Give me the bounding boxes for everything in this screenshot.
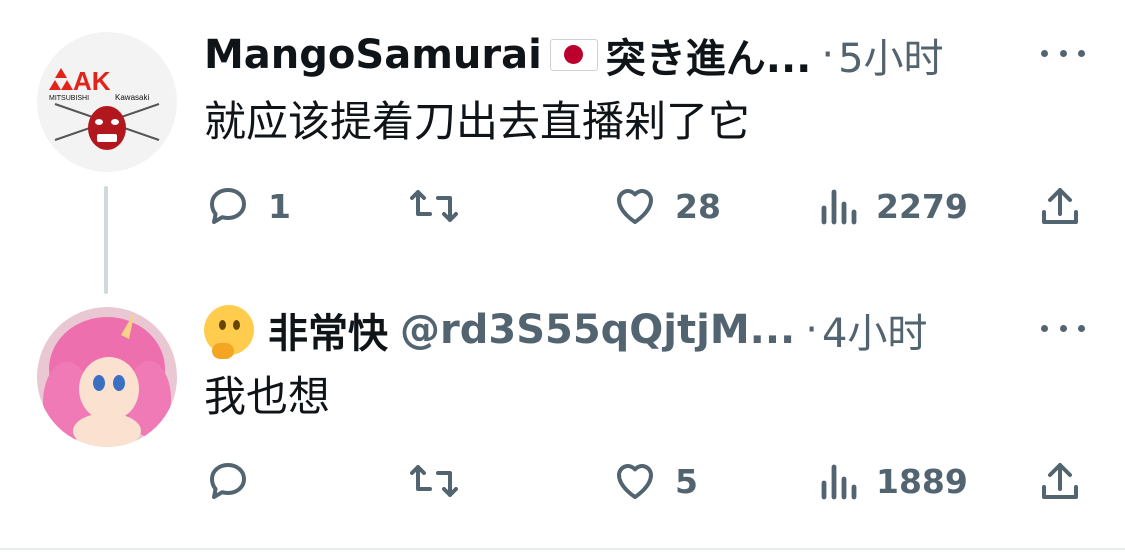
- action-bar: 1 28 2279: [0, 178, 1125, 234]
- reply-count: 1: [268, 186, 291, 226]
- views-button[interactable]: 1889: [816, 453, 968, 509]
- timestamp[interactable]: 4小时: [822, 301, 927, 359]
- tweet-1: AK MITSUBISHI Kawasaki MangoSamurai 突き進ん…: [0, 0, 1125, 294]
- avatar[interactable]: AK MITSUBISHI Kawasaki: [37, 32, 177, 172]
- like-button[interactable]: 28: [611, 178, 721, 234]
- tweet-text: 就应该提着刀出去直播剁了它: [204, 97, 751, 146]
- anime-character-avatar: [37, 307, 177, 447]
- retweet-button[interactable]: [408, 178, 460, 234]
- retweet-button[interactable]: [408, 453, 460, 509]
- more-icon[interactable]: [1041, 313, 1085, 343]
- japan-flag-icon: [549, 39, 598, 71]
- like-button[interactable]: 5: [611, 453, 698, 509]
- view-count: 2279: [876, 186, 968, 226]
- views-button[interactable]: 2279: [816, 178, 968, 234]
- more-icon[interactable]: [1041, 38, 1085, 68]
- reply-button[interactable]: 1: [204, 178, 291, 234]
- display-name-suffix[interactable]: 突き進ん...: [606, 26, 812, 84]
- share-icon: [1042, 188, 1078, 224]
- separator-dot: ·: [821, 32, 835, 78]
- samurai-logo-avatar: AK MITSUBISHI Kawasaki: [37, 32, 177, 172]
- user-handle[interactable]: @rd3S55qQjtjM...: [400, 307, 795, 353]
- display-name[interactable]: MangoSamurai: [204, 32, 542, 78]
- views-icon: [821, 464, 857, 500]
- tweet-2: 非常快 @rd3S55qQjtjM... · 4小时 我也想 5 1889: [0, 275, 1125, 556]
- svg-text:AK: AK: [73, 66, 111, 96]
- like-count: 28: [675, 186, 721, 226]
- svg-text:Kawasaki: Kawasaki: [115, 93, 149, 102]
- tweet-header: MangoSamurai 突き進ん... · 5小时: [204, 30, 1054, 82]
- thinking-face-icon: [204, 305, 254, 359]
- svg-text:MITSUBISHI: MITSUBISHI: [49, 95, 89, 102]
- action-bar: 5 1889: [0, 453, 1125, 509]
- retweet-icon: [410, 190, 458, 222]
- display-name[interactable]: 非常快: [268, 301, 388, 359]
- views-icon: [821, 189, 857, 225]
- share-button[interactable]: [1036, 178, 1084, 234]
- like-count: 5: [675, 461, 698, 501]
- tweet-text: 我也想: [204, 372, 331, 421]
- divider: [0, 548, 1125, 550]
- separator-dot: ·: [805, 307, 818, 353]
- heart-icon: [617, 189, 653, 224]
- share-button[interactable]: [1036, 453, 1084, 509]
- heart-icon: [617, 464, 653, 499]
- share-icon: [1042, 463, 1078, 499]
- timestamp[interactable]: 5小时: [838, 26, 943, 84]
- tweet-header: 非常快 @rd3S55qQjtjM... · 4小时: [204, 305, 1054, 359]
- avatar[interactable]: [37, 307, 177, 447]
- reply-icon: [210, 188, 246, 224]
- retweet-icon: [410, 465, 458, 497]
- view-count: 1889: [876, 461, 968, 501]
- reply-icon: [210, 463, 246, 499]
- reply-button[interactable]: [204, 453, 268, 509]
